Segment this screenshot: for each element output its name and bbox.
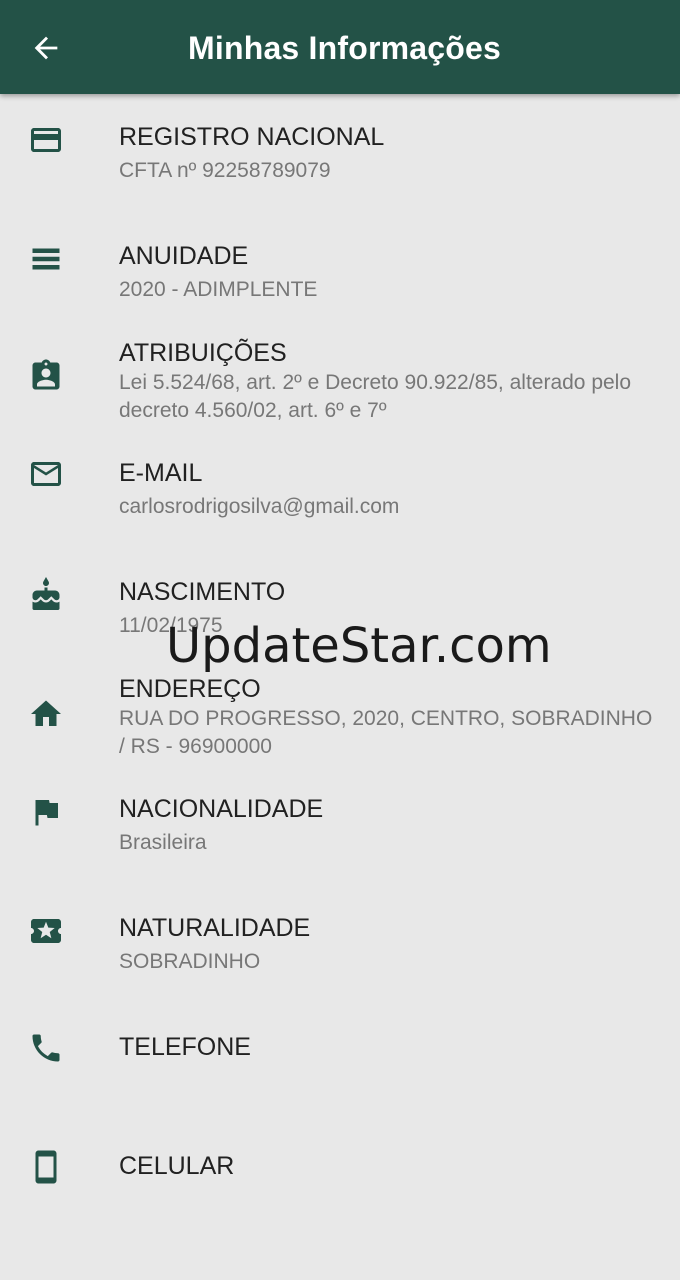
item-label: REGISTRO NACIONAL — [119, 123, 385, 151]
mail-icon — [22, 450, 70, 498]
credit-card-icon — [22, 116, 70, 164]
info-item-nacionalidade[interactable]: NACIONALIDADE Brasileira — [0, 772, 680, 891]
info-item-naturalidade[interactable]: NATURALIDADE SOBRADINHO — [0, 891, 680, 1010]
info-item-celular[interactable]: CELULAR — [0, 1129, 680, 1248]
info-item-nascimento[interactable]: NASCIMENTO 11/02/1975 — [0, 555, 680, 674]
arrow-back-icon — [34, 36, 58, 60]
item-value: SOBRADINHO — [119, 950, 261, 973]
page-title: Minhas Informações — [188, 30, 502, 66]
home-icon — [22, 690, 70, 738]
item-value: carlosrodrigosilva@gmail.com — [119, 495, 400, 518]
info-item-registro[interactable]: REGISTRO NACIONAL CFTA nº 92258789079 — [0, 100, 680, 219]
back-button[interactable] — [22, 24, 70, 72]
item-label: E-MAIL — [119, 459, 203, 487]
flag-icon — [22, 788, 70, 836]
item-value: 2020 - ADIMPLENTE — [119, 278, 318, 301]
list-bars-icon — [22, 235, 70, 283]
info-item-email[interactable]: E-MAIL carlosrodrigosilva@gmail.com — [0, 436, 680, 555]
item-value: Brasileira — [119, 831, 207, 854]
info-item-telefone[interactable]: TELEFONE — [0, 1010, 680, 1129]
smartphone-icon — [22, 1143, 70, 1191]
app-bar: Minhas Informações — [0, 0, 680, 94]
item-label: ENDEREÇO — [119, 675, 261, 703]
cake-icon — [22, 571, 70, 619]
local-activity-icon — [22, 907, 70, 955]
item-label: CELULAR — [119, 1152, 235, 1180]
item-label: TELEFONE — [119, 1033, 251, 1061]
item-value: CFTA nº 92258789079 — [119, 159, 331, 182]
item-value: RUA DO PROGRESSO, 2020, CENTRO, SOBRADIN… — [119, 707, 653, 758]
item-label: NATURALIDADE — [119, 914, 311, 942]
item-label: NACIONALIDADE — [119, 795, 324, 823]
item-value: 11/02/1975 — [119, 614, 223, 637]
item-label: ANUIDADE — [119, 242, 249, 270]
info-item-anuidade[interactable]: ANUIDADE 2020 - ADIMPLENTE — [0, 219, 680, 338]
assignment-ind-icon — [22, 352, 70, 400]
phone-icon — [22, 1024, 70, 1072]
item-label: NASCIMENTO — [119, 578, 286, 606]
item-value: Lei 5.524/68, art. 2º e Decreto 90.922/8… — [119, 371, 632, 422]
item-label: ATRIBUIÇÕES — [119, 339, 287, 367]
